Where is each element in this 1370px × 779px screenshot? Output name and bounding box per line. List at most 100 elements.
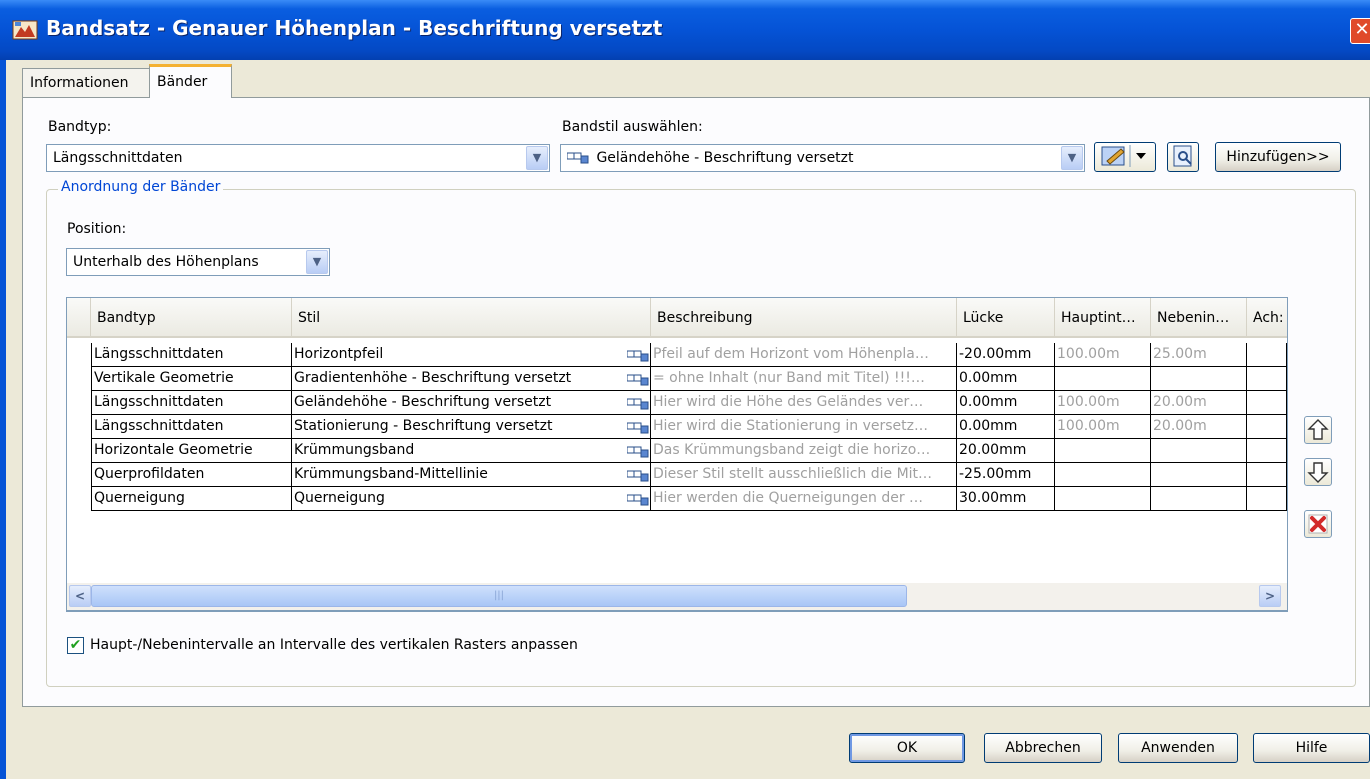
- table-row[interactable]: Querprofildaten Krümmungsband-Mittellinie…: [67, 463, 1287, 487]
- cell-bandtyp[interactable]: Querprofildaten: [91, 463, 292, 487]
- help-button[interactable]: Hilfe: [1253, 733, 1370, 763]
- band-table[interactable]: Bandtyp Stil Beschreibung Lücke Hauptint…: [66, 297, 1288, 612]
- band-style-icon[interactable]: [627, 348, 649, 362]
- ok-button[interactable]: OK: [849, 733, 965, 763]
- cell-stil[interactable]: Querneigung: [292, 487, 651, 511]
- cell-bandtyp[interactable]: Horizontale Geometrie: [91, 439, 292, 463]
- cell-achse[interactable]: [1247, 367, 1287, 391]
- cell-luecke[interactable]: -20.00mm: [957, 343, 1055, 367]
- window-frame: [0, 60, 6, 779]
- add-band-button[interactable]: Hinzufügen>>: [1215, 142, 1341, 172]
- cell-luecke[interactable]: 0.00mm: [957, 391, 1055, 415]
- header-stil[interactable]: Stil: [292, 298, 651, 336]
- band-type-select[interactable]: Längsschnittdaten ▼: [46, 144, 550, 172]
- cell-hauptintervall[interactable]: 100.00m: [1055, 391, 1151, 415]
- cell-bandtyp[interactable]: Längsschnittdaten: [91, 415, 292, 439]
- cell-achse[interactable]: [1247, 487, 1287, 511]
- edit-style-button[interactable]: [1094, 142, 1156, 172]
- band-style-icon[interactable]: [627, 372, 649, 386]
- table-row[interactable]: Vertikale Geometrie Gradientenhöhe - Besc…: [67, 367, 1287, 391]
- cell-bandtyp[interactable]: Vertikale Geometrie: [91, 367, 292, 391]
- header-bandtyp[interactable]: Bandtyp: [91, 298, 292, 336]
- move-down-button[interactable]: [1304, 458, 1332, 486]
- cell-stil[interactable]: Horizontpfeil: [292, 343, 651, 367]
- header-beschreibung[interactable]: Beschreibung: [651, 298, 957, 336]
- move-up-button[interactable]: [1304, 416, 1332, 444]
- chevron-down-icon[interactable]: ▼: [526, 146, 548, 170]
- cell-luecke[interactable]: 30.00mm: [957, 487, 1055, 511]
- cell-luecke[interactable]: 0.00mm: [957, 367, 1055, 391]
- horizontal-scrollbar[interactable]: < ||| >: [66, 583, 1288, 611]
- cell-stil[interactable]: Geländehöhe - Beschriftung versetzt: [292, 391, 651, 415]
- match-intervals-checkbox[interactable]: ✔: [67, 637, 84, 654]
- cell-beschreibung-text: Hier werden die Querneigungen der …: [653, 490, 924, 506]
- band-style-icon[interactable]: [627, 396, 649, 410]
- scroll-left-icon[interactable]: <: [69, 585, 91, 607]
- cell-achse[interactable]: [1247, 439, 1287, 463]
- cell-bandtyp[interactable]: Längsschnittdaten: [91, 343, 292, 367]
- cell-beschreibung[interactable]: Hier wird die Stationierung in versetz…: [651, 415, 957, 439]
- cell-beschreibung[interactable]: Hier wird die Höhe des Geländes ver…: [651, 391, 957, 415]
- cell-achse[interactable]: [1247, 391, 1287, 415]
- cell-nebenintervall[interactable]: 25.00m: [1151, 343, 1247, 367]
- table-row[interactable]: Längsschnittdaten Geländehöhe - Beschrift…: [67, 391, 1287, 415]
- cell-bandtyp[interactable]: Längsschnittdaten: [91, 391, 292, 415]
- chevron-down-icon[interactable]: ▼: [306, 250, 328, 274]
- chevron-down-icon[interactable]: ▼: [1061, 146, 1083, 170]
- cell-achse[interactable]: [1247, 343, 1287, 367]
- table-row[interactable]: Längsschnittdaten Stationierung - Beschri…: [67, 415, 1287, 439]
- cell-nebenintervall[interactable]: [1151, 439, 1247, 463]
- band-style-icon: [567, 152, 589, 164]
- scroll-right-icon[interactable]: >: [1259, 585, 1281, 607]
- cell-bandtyp-text: Querneigung: [94, 490, 185, 506]
- band-style-icon[interactable]: [627, 420, 649, 434]
- tab-informationen[interactable]: Informationen: [22, 68, 150, 98]
- cell-stil[interactable]: Krümmungsband-Mittellinie: [292, 463, 651, 487]
- cell-nebenintervall[interactable]: [1151, 367, 1247, 391]
- scroll-thumb[interactable]: |||: [91, 585, 907, 607]
- cell-beschreibung[interactable]: Hier werden die Querneigungen der …: [651, 487, 957, 511]
- cell-beschreibung[interactable]: Pfeil auf dem Horizont vom Höhenpla…: [651, 343, 957, 367]
- apply-button[interactable]: Anwenden: [1118, 733, 1238, 763]
- cell-beschreibung[interactable]: Das Krümmungsband zeigt die horizo…: [651, 439, 957, 463]
- cell-beschreibung[interactable]: Dieser Stil stellt ausschließlich die Mi…: [651, 463, 957, 487]
- cancel-button[interactable]: Abbrechen: [984, 733, 1102, 763]
- tab-baender[interactable]: Bänder: [149, 64, 232, 98]
- cell-nebenintervall[interactable]: [1151, 463, 1247, 487]
- band-style-icon[interactable]: [627, 444, 649, 458]
- cell-luecke[interactable]: 0.00mm: [957, 415, 1055, 439]
- cell-stil[interactable]: Gradientenhöhe - Beschriftung versetzt: [292, 367, 651, 391]
- table-row[interactable]: Horizontale Geometrie Krümmungsband Das Kr…: [67, 439, 1287, 463]
- cell-hauptintervall[interactable]: 100.00m: [1055, 415, 1151, 439]
- cell-stil[interactable]: Stationierung - Beschriftung versetzt: [292, 415, 651, 439]
- cell-hauptintervall[interactable]: 100.00m: [1055, 343, 1151, 367]
- header-achse[interactable]: Ach:: [1247, 298, 1287, 336]
- cell-achse[interactable]: [1247, 415, 1287, 439]
- cell-nebenintervall[interactable]: 20.00m: [1151, 415, 1247, 439]
- cell-nebenintervall[interactable]: [1151, 487, 1247, 511]
- band-style-select[interactable]: Geländehöhe - Beschriftung versetzt ▼: [560, 144, 1085, 172]
- header-nebenintervall[interactable]: Nebenin…: [1151, 298, 1247, 336]
- cell-luecke[interactable]: -25.00mm: [957, 463, 1055, 487]
- band-style-icon[interactable]: [627, 468, 649, 482]
- preview-button[interactable]: [1167, 142, 1199, 172]
- cell-stil[interactable]: Krümmungsband: [292, 439, 651, 463]
- table-row[interactable]: Querneigung Querneigung Hier werden die Qu…: [67, 487, 1287, 511]
- delete-band-button[interactable]: [1304, 510, 1332, 538]
- cell-nebenintervall[interactable]: 20.00m: [1151, 391, 1247, 415]
- cell-hauptintervall[interactable]: [1055, 487, 1151, 511]
- cell-stil-text: Krümmungsband: [294, 442, 415, 458]
- table-row[interactable]: Längsschnittdaten Horizontpfeil Pfeil auf …: [67, 343, 1287, 367]
- close-icon[interactable]: ✕: [1350, 18, 1370, 44]
- cell-bandtyp[interactable]: Querneigung: [91, 487, 292, 511]
- cell-achse[interactable]: [1247, 463, 1287, 487]
- band-style-icon[interactable]: [627, 492, 649, 506]
- cell-hauptintervall[interactable]: [1055, 367, 1151, 391]
- cell-hauptintervall[interactable]: [1055, 463, 1151, 487]
- cell-beschreibung[interactable]: = ohne Inhalt (nur Band mit Titel) !!!…: [651, 367, 957, 391]
- cell-luecke[interactable]: 20.00mm: [957, 439, 1055, 463]
- cell-hauptintervall[interactable]: [1055, 439, 1151, 463]
- header-hauptintervall[interactable]: Hauptint…: [1055, 298, 1151, 336]
- position-select[interactable]: Unterhalb des Höhenplans ▼: [66, 248, 330, 276]
- header-luecke[interactable]: Lücke: [957, 298, 1055, 336]
